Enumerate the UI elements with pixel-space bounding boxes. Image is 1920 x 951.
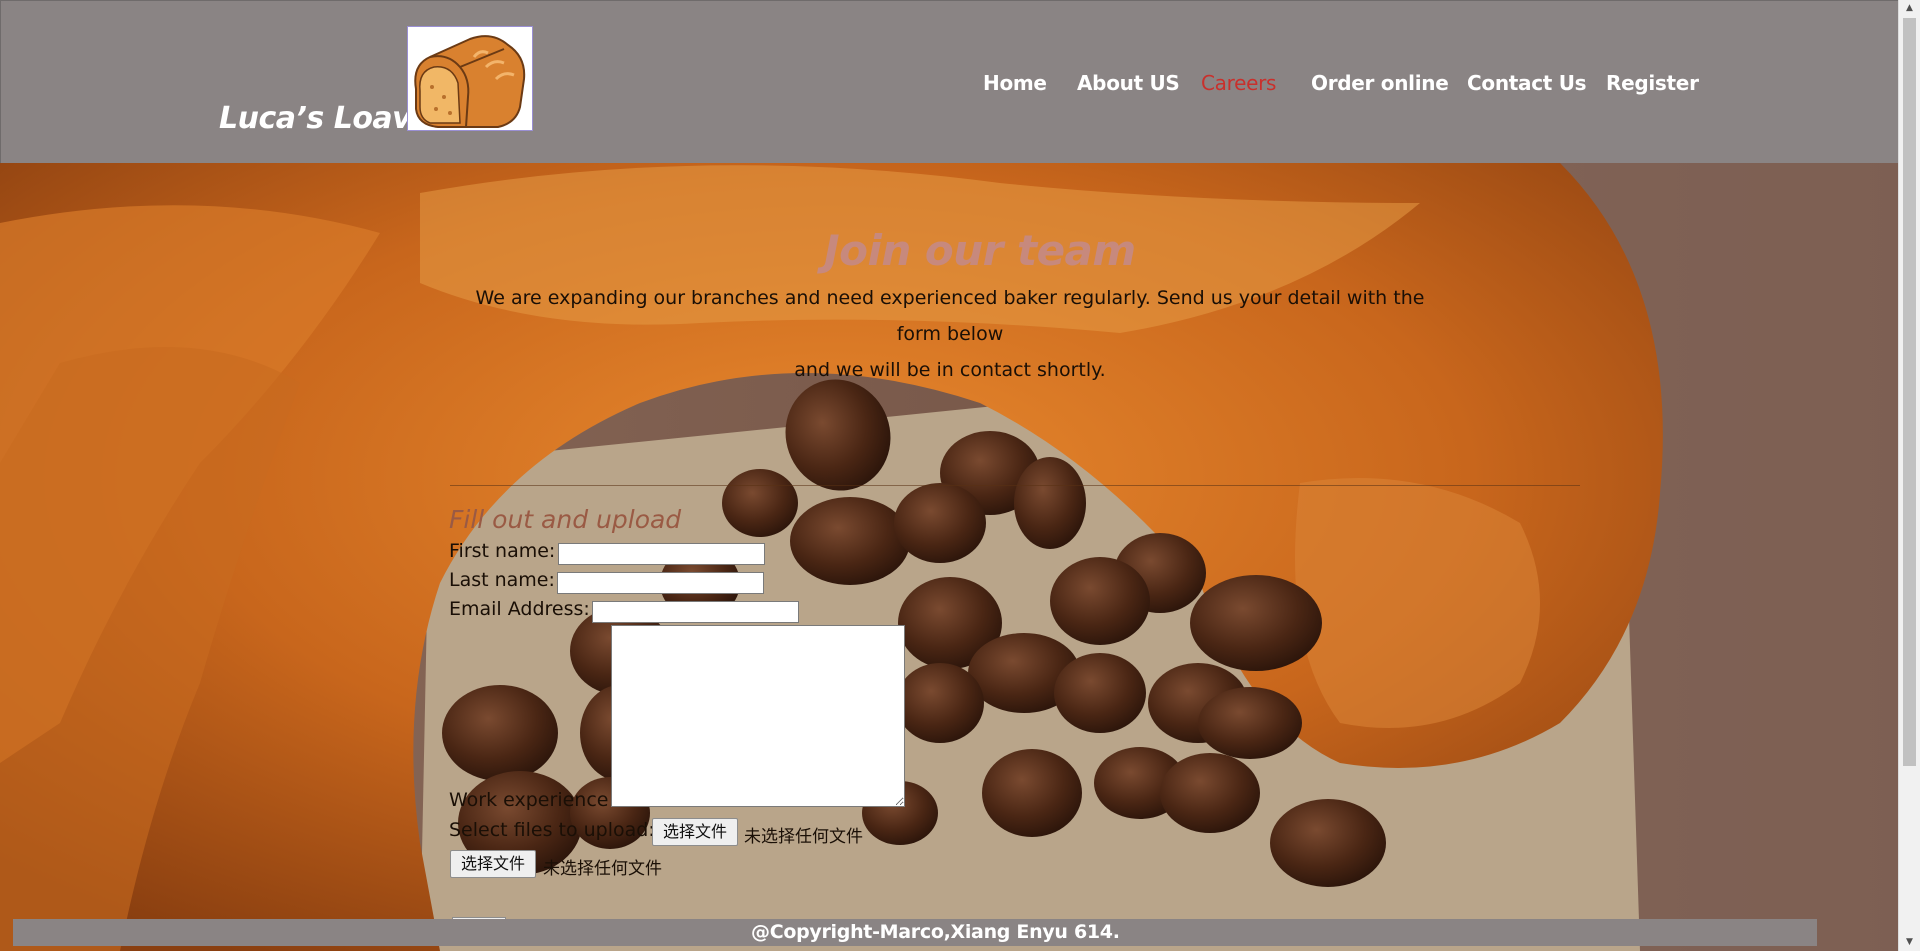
intro-line-2: and we will be in contact shortly. (794, 359, 1106, 381)
nav-careers[interactable]: Careers (1201, 71, 1276, 95)
first-name-label: First name: (449, 540, 556, 562)
file-status-1: 未选择任何文件 (744, 827, 863, 847)
nav-register[interactable]: Register (1606, 71, 1699, 95)
choose-file-button-2[interactable]: 选择文件 (450, 850, 537, 878)
file-status-2: 未选择任何文件 (543, 859, 662, 879)
section-divider (450, 485, 1580, 486)
site-header: Luca’s Loaves Home About US Careers Orde… (0, 0, 1898, 163)
nav-about-us[interactable]: About US (1077, 71, 1180, 95)
intro-line-1: We are expanding our branches and need e… (475, 287, 1425, 345)
choose-file-button-1[interactable]: 选择文件 (652, 818, 739, 846)
site-footer: @Copyright-Marco,Xiang Enyu 614. (13, 919, 1817, 946)
bread-loaf-icon[interactable] (407, 26, 533, 131)
email-label: Email Address: (449, 598, 590, 620)
work-experience-textarea[interactable] (611, 625, 905, 807)
copyright-text: @Copyright-Marco,Xiang Enyu 614. (751, 921, 1120, 943)
files-label: Select files to upload: (449, 819, 655, 841)
page-title: Join our team (824, 226, 1136, 275)
email-field[interactable] (592, 601, 799, 623)
nav-home[interactable]: Home (983, 71, 1047, 95)
nav-contact-us[interactable]: Contact Us (1467, 71, 1587, 95)
work-experience-label: Work experience (449, 789, 609, 811)
intro-text: We are expanding our branches and need e… (455, 280, 1445, 388)
first-name-field[interactable] (558, 543, 765, 565)
scroll-down-arrow-icon[interactable]: ▼ (1899, 934, 1920, 951)
scrollbar-thumb[interactable] (1903, 18, 1916, 766)
last-name-label: Last name: (449, 569, 555, 591)
page-scrollbar[interactable]: ▲ ▼ (1898, 0, 1920, 951)
scroll-up-arrow-icon[interactable]: ▲ (1899, 0, 1920, 17)
form-title: Fill out and upload (449, 505, 682, 534)
last-name-field[interactable] (557, 572, 764, 594)
nav-order-online[interactable]: Order online (1311, 71, 1449, 95)
